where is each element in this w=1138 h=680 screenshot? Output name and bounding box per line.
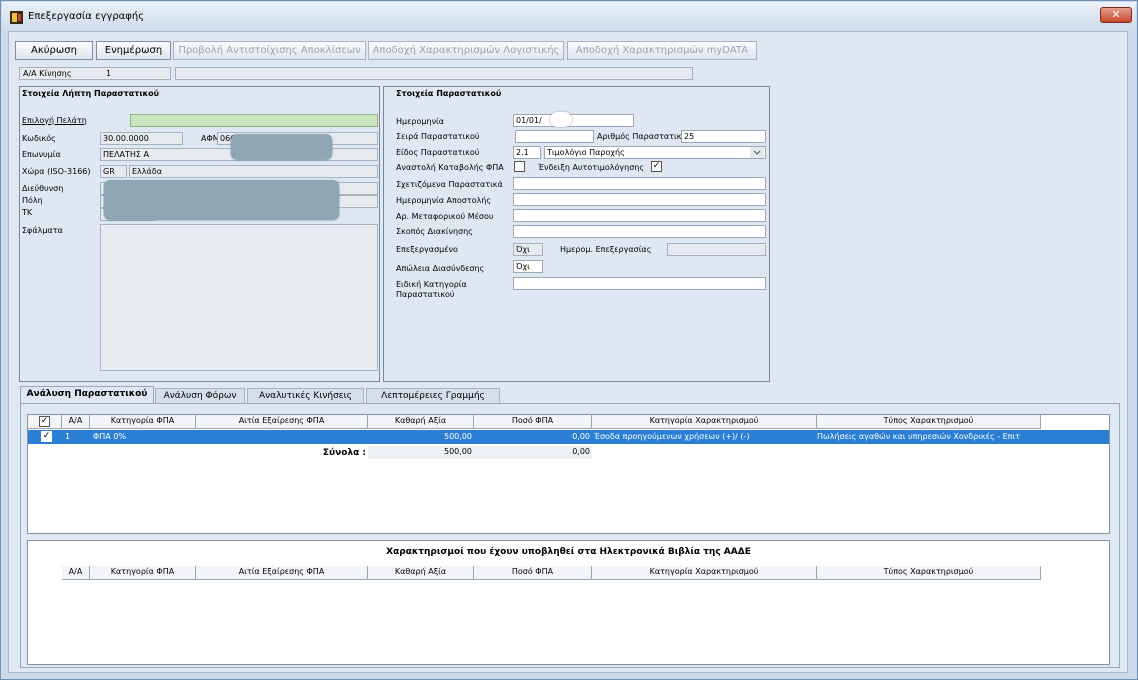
- submitted-header: Α/Α: [62, 566, 90, 580]
- related-label: Σχετιζόμενα Παραστατικά: [396, 180, 503, 189]
- date-overlay: [550, 112, 572, 127]
- processed-field: Όχι: [513, 243, 543, 256]
- errors-box: [100, 224, 378, 371]
- disconnect-field[interactable]: Όχι: [513, 260, 543, 273]
- type-code-field[interactable]: 2.1: [513, 146, 541, 159]
- submitted-header: Ποσό ΦΠΑ: [474, 566, 592, 580]
- type-select-value: Τιμολόγιο Παροχής: [547, 148, 625, 157]
- series-field[interactable]: [515, 130, 594, 143]
- accept-accounting-button[interactable]: Αποδοχή Χαρακτηρισμών Λογιστικής: [368, 41, 564, 60]
- close-button[interactable]: ✕: [1100, 7, 1132, 23]
- table-header: Τύπος Χαρακτηρισμού: [817, 415, 1041, 429]
- country-name-field: Ελλάδα: [129, 165, 378, 178]
- show-deviations-button[interactable]: Προβολή Αντιστοίχισης Αποκλίσεων: [173, 41, 366, 60]
- number-label: Αριθμός Παραστατικού: [597, 132, 691, 141]
- related-field[interactable]: [513, 177, 766, 190]
- tab-tax-analysis[interactable]: Ανάλυση Φόρων: [155, 388, 245, 404]
- self-billing-checkbox[interactable]: ✓: [651, 161, 662, 172]
- window-title: Επεξεργασία εγγραφής: [28, 11, 145, 22]
- tab-line-details[interactable]: Λεπτομέρειες Γραμμής: [366, 388, 500, 404]
- process-date-field: [667, 243, 766, 256]
- movement-value: 1: [106, 69, 112, 78]
- number-field[interactable]: 25: [681, 130, 766, 143]
- disconnect-label: Απώλεια Διασύνδεσης: [396, 264, 485, 273]
- table-header: Ποσό ΦΠΑ: [474, 415, 592, 429]
- purpose-label: Σκοπός Διακίνησης: [396, 227, 473, 236]
- special-category-label: Ειδική Κατηγορία Παραστατικού: [396, 280, 467, 299]
- movement-note-field: [175, 67, 693, 80]
- row-vat-category: ΦΠΑ 0%: [93, 432, 127, 441]
- submitted-header: Τύπος Χαρακτηρισμού: [817, 566, 1041, 580]
- vat-suspend-label: Αναστολή Καταβολής ΦΠΑ: [396, 163, 504, 172]
- accept-mydata-button[interactable]: Αποδοχή Χαρακτηρισμών myDATA: [567, 41, 757, 60]
- purpose-field[interactable]: [513, 225, 766, 238]
- customer-select-field[interactable]: [130, 114, 378, 127]
- app-icon: [10, 11, 23, 24]
- row-aa: 1: [65, 432, 71, 441]
- update-button[interactable]: Ενημέρωση: [96, 41, 171, 60]
- row-vat-amount: 0,00: [572, 432, 590, 441]
- country-label: Χώρα (ISO-3166): [22, 167, 91, 176]
- redaction-blur: [231, 134, 332, 159]
- table-header: Κατηγορία Χαρακτηρισμού: [592, 415, 817, 429]
- cancel-button[interactable]: Ακύρωση: [15, 41, 93, 60]
- select-all-checkbox[interactable]: ✓: [39, 416, 50, 427]
- code-label: Κωδικός: [22, 134, 56, 143]
- vehicle-label: Αρ. Μεταφορικού Μέσου: [396, 212, 494, 221]
- city-label: Πόλη: [22, 196, 43, 205]
- recipient-heading: Στοιχεία Λήπτη Παραστατικού: [22, 89, 160, 98]
- movement-field: Α/Α Κίνησης 1: [19, 67, 171, 80]
- row-char-category: Έσοδα προηγούμενων χρήσεων (+)/ (-): [594, 432, 750, 441]
- submitted-header: Κατηγορία Χαρακτηρισμού: [592, 566, 817, 580]
- type-label: Είδος Παραστατικού: [396, 148, 480, 157]
- name-label: Επωνυμία: [22, 150, 61, 159]
- address-label: Διεύθυνση: [22, 184, 64, 193]
- dispatch-date-field[interactable]: [513, 193, 766, 206]
- vat-suspend-checkbox[interactable]: [514, 161, 525, 172]
- movement-label: Α/Α Κίνησης: [23, 69, 72, 78]
- totals-label: Σύνολα :: [322, 448, 366, 458]
- process-date-label: Ημερομ. Επεξεργασίας: [560, 245, 652, 254]
- chevron-down-icon[interactable]: [750, 147, 764, 158]
- row-net-value: 500,00: [444, 432, 472, 441]
- submitted-header: Αιτία Εξαίρεσης ΦΠΑ: [196, 566, 368, 580]
- zip-label: ΤΚ: [22, 208, 33, 217]
- series-label: Σειρά Παραστατικού: [396, 132, 480, 141]
- submitted-header: Κατηγορία ΦΠΑ: [90, 566, 196, 580]
- submitted-table: [27, 540, 1110, 665]
- vehicle-field[interactable]: [513, 209, 766, 222]
- country-code-field: GR: [100, 165, 127, 178]
- totals-net: 500,00: [368, 446, 474, 459]
- tab-detailed-movements[interactable]: Αναλυτικές Κινήσεις: [247, 388, 364, 404]
- processed-label: Επεξεργασμένο: [396, 245, 458, 254]
- table-header: Αιτία Εξαίρεσης ΦΠΑ: [196, 415, 368, 429]
- errors-label: Σφάλματα: [22, 226, 63, 235]
- self-billing-label: Ένδειξη Αυτοτιμολόγησης: [538, 163, 645, 172]
- table-header: Κατηγορία ΦΠΑ: [90, 415, 196, 429]
- date-field[interactable]: 01/01/: [513, 114, 634, 127]
- type-select[interactable]: Τιμολόγιο Παροχής: [544, 146, 766, 159]
- special-category-field[interactable]: [513, 277, 766, 290]
- table-header: Καθαρή Αξία: [368, 415, 474, 429]
- row-char-type: Πωλήσεις αγαθών και υπηρεσιών Χονδρικές …: [817, 432, 1021, 441]
- table-header: Α/Α: [62, 415, 90, 429]
- submitted-header: Καθαρή Αξία: [368, 566, 474, 580]
- dispatch-date-label: Ημερομηνία Αποστολής: [396, 196, 492, 205]
- document-heading: Στοιχεία Παραστατικού: [396, 89, 502, 98]
- tab-document-analysis[interactable]: Ανάλυση Παραστατικού: [20, 386, 154, 404]
- row-checkbox[interactable]: ✓: [41, 431, 52, 442]
- table-header-check: ✓: [28, 415, 62, 429]
- date-label: Ημερομηνία: [396, 117, 445, 126]
- totals-vat: 0,00: [474, 446, 592, 459]
- code-field: 30.00.0000: [100, 132, 183, 145]
- redaction-blur: [104, 180, 339, 219]
- title-bar: Επεξεργασία εγγραφής ✕: [2, 2, 1136, 32]
- submitted-title: Χαρακτηρισμοί που έχουν υποβληθεί στα Ηλ…: [386, 547, 751, 557]
- select-customer-link[interactable]: Επιλογή Πελάτη: [22, 116, 87, 125]
